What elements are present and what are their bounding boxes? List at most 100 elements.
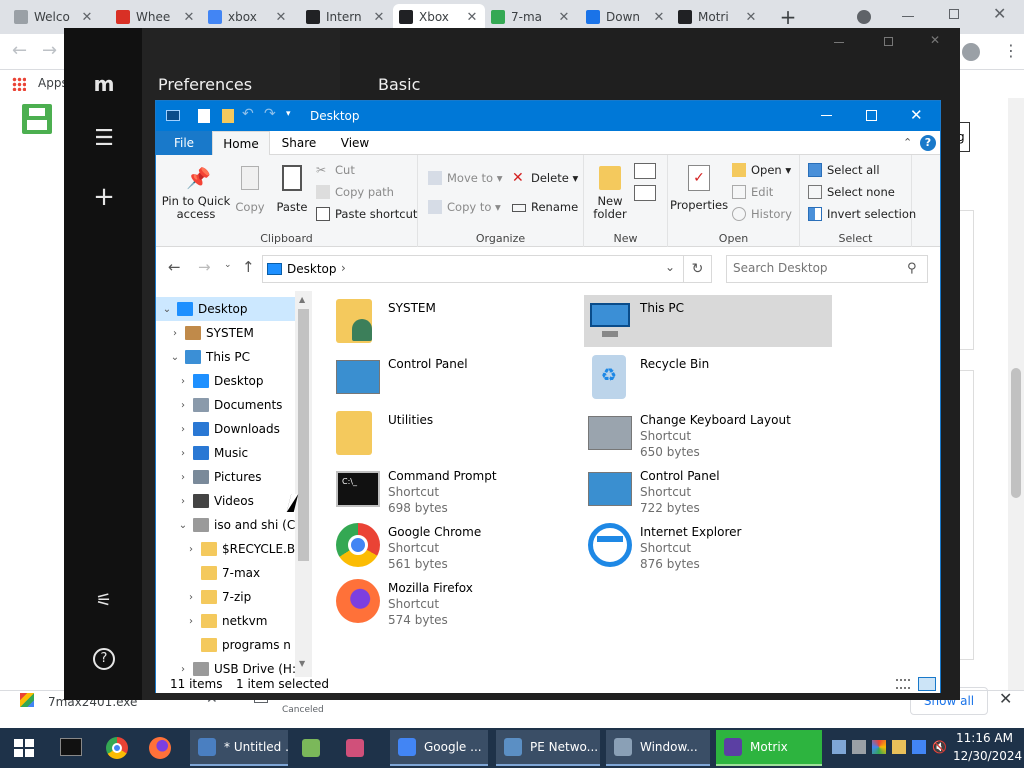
browser-tab[interactable]: Welco ✕ bbox=[8, 4, 100, 30]
new-folder-button[interactable]: New folder bbox=[588, 163, 632, 221]
nav-item[interactable]: › SYSTEM bbox=[156, 321, 296, 345]
file-item[interactable]: Internet Explorer Shortcut 876 bytes bbox=[584, 519, 832, 571]
new-folder-quick-icon[interactable] bbox=[222, 109, 234, 123]
motrix-maximize-icon[interactable] bbox=[884, 37, 893, 46]
menu-icon[interactable]: ☰ bbox=[91, 126, 117, 151]
nav-item[interactable]: › Documents bbox=[156, 393, 296, 417]
select-all-button[interactable]: Select all bbox=[808, 163, 880, 177]
details-view-icon[interactable] bbox=[896, 679, 910, 689]
nav-chevron-icon[interactable]: › bbox=[176, 472, 190, 483]
file-item[interactable]: Control Panel bbox=[332, 351, 580, 403]
avatar[interactable] bbox=[962, 43, 980, 61]
back-arrow-icon[interactable]: ← bbox=[12, 40, 27, 61]
help-icon[interactable]: ? bbox=[93, 648, 115, 670]
nav-chevron-icon[interactable]: › bbox=[176, 424, 190, 435]
tab-close-icon[interactable]: ✕ bbox=[465, 10, 479, 25]
chrome-icon[interactable] bbox=[106, 737, 128, 759]
nav-item[interactable]: ⌄ Desktop bbox=[156, 297, 296, 321]
minimize-icon[interactable] bbox=[821, 115, 832, 116]
maximize-icon[interactable] bbox=[866, 110, 877, 121]
nav-chevron-icon[interactable]: › bbox=[184, 592, 198, 603]
add-icon[interactable]: + bbox=[91, 182, 117, 212]
tray-device-icon[interactable] bbox=[912, 740, 926, 754]
taskbar-window-button[interactable]: PE Netwo... bbox=[496, 730, 600, 766]
history-button[interactable]: History bbox=[732, 207, 792, 221]
file-item[interactable]: SYSTEM bbox=[332, 295, 580, 347]
nav-chevron-icon[interactable]: ⌄ bbox=[160, 304, 174, 315]
up-arrow-icon[interactable]: ↑ bbox=[242, 258, 255, 276]
browser-tab[interactable]: Down ✕ bbox=[580, 4, 672, 30]
file-item[interactable]: Utilities bbox=[332, 407, 580, 459]
nav-chevron-icon[interactable]: ⌄ bbox=[176, 520, 190, 531]
clock-time[interactable]: 11:16 AM bbox=[956, 731, 1013, 745]
invert-selection-button[interactable]: Invert selection bbox=[808, 207, 916, 221]
edit-button[interactable]: Edit bbox=[732, 185, 773, 199]
nav-item[interactable]: › Music bbox=[156, 441, 296, 465]
nav-item[interactable]: programs n s bbox=[156, 633, 296, 657]
tab-close-icon[interactable]: ✕ bbox=[744, 10, 758, 25]
minimize-icon[interactable] bbox=[902, 16, 914, 17]
search-input[interactable] bbox=[733, 261, 903, 275]
taskbar-window-button[interactable]: Motrix bbox=[716, 730, 822, 766]
help-icon[interactable]: ? bbox=[920, 135, 936, 151]
settings-sliders-icon[interactable]: ⚟ bbox=[91, 590, 117, 611]
nav-item[interactable]: › Pictures bbox=[156, 465, 296, 489]
browser-tab[interactable]: xbox ✕ bbox=[202, 4, 294, 30]
customize-quick-access-icon[interactable]: ▾ bbox=[286, 109, 291, 119]
nav-chevron-icon[interactable]: › bbox=[184, 616, 198, 627]
tray-network-icon[interactable] bbox=[832, 740, 846, 754]
close-icon[interactable]: ✕ bbox=[993, 4, 1006, 23]
nav-chevron-icon[interactable]: › bbox=[176, 400, 190, 411]
file-item[interactable]: C:\_ Command Prompt Shortcut 698 bytes bbox=[332, 463, 580, 515]
motrix-minimize-icon[interactable] bbox=[834, 42, 844, 43]
browser-tab[interactable]: Whee ✕ bbox=[110, 4, 202, 30]
tab-search-icon[interactable] bbox=[857, 10, 871, 24]
nav-chevron-icon[interactable]: ⌄ bbox=[168, 352, 182, 363]
open-button[interactable]: Open ▾ bbox=[732, 163, 791, 177]
nav-item[interactable]: › Downloads bbox=[156, 417, 296, 441]
tray-paint-icon[interactable] bbox=[892, 740, 906, 754]
firefox-icon[interactable] bbox=[149, 737, 171, 759]
nav-item[interactable]: › Desktop bbox=[156, 369, 296, 393]
back-arrow-icon[interactable]: ← bbox=[168, 258, 181, 276]
browser-tab[interactable]: Xbox ✕ bbox=[393, 4, 485, 30]
select-none-button[interactable]: Select none bbox=[808, 185, 895, 199]
browser-tab[interactable]: 7-ma ✕ bbox=[485, 4, 577, 30]
redo-icon[interactable]: ↷ bbox=[264, 106, 276, 122]
nav-chevron-icon[interactable]: › bbox=[176, 376, 190, 387]
download-bar-close-icon[interactable]: ✕ bbox=[999, 689, 1012, 708]
paste-button[interactable]: Paste bbox=[274, 163, 310, 214]
forward-arrow-icon[interactable]: → bbox=[42, 40, 57, 61]
nav-item[interactable]: › 7-zip bbox=[156, 585, 296, 609]
copy-path-button[interactable]: Copy path bbox=[316, 185, 394, 199]
tab-close-icon[interactable]: ✕ bbox=[182, 10, 196, 25]
tab-close-icon[interactable]: ✕ bbox=[652, 10, 666, 25]
delete-button[interactable]: ✕ Delete ▾ bbox=[512, 171, 578, 185]
file-item[interactable]: Change Keyboard Layout Shortcut 650 bytes bbox=[584, 407, 832, 459]
close-icon[interactable]: ✕ bbox=[910, 106, 923, 124]
refresh-button[interactable]: ↻ bbox=[684, 255, 712, 283]
restore-icon[interactable] bbox=[949, 9, 959, 19]
menu-dots-icon[interactable]: ⋮ bbox=[1003, 41, 1019, 60]
file-item[interactable]: Mozilla Firefox Shortcut 574 bytes bbox=[332, 575, 580, 627]
nav-item[interactable]: ⌄ iso and shi (C:) bbox=[156, 513, 296, 537]
nav-item[interactable]: › Videos bbox=[156, 489, 296, 513]
search-box[interactable]: ⚲ bbox=[726, 255, 928, 283]
nav-chevron-icon[interactable]: › bbox=[176, 496, 190, 507]
tab-home[interactable]: Home bbox=[212, 131, 270, 156]
terminal-icon[interactable] bbox=[60, 738, 82, 756]
forward-arrow-icon[interactable]: → bbox=[198, 258, 211, 276]
properties-quick-icon[interactable] bbox=[198, 109, 210, 123]
nav-item[interactable]: ⌄ This PC bbox=[156, 345, 296, 369]
easy-access-icon[interactable] bbox=[634, 185, 656, 201]
address-dropdown-icon[interactable]: ⌄ bbox=[665, 260, 675, 274]
collapse-ribbon-icon[interactable]: ⌃ bbox=[903, 136, 912, 149]
new-tab-button[interactable]: + bbox=[779, 4, 797, 30]
tab-share[interactable]: Share bbox=[272, 131, 326, 155]
file-item[interactable]: This PC bbox=[584, 295, 832, 347]
page-scrollbar[interactable] bbox=[1008, 98, 1024, 690]
nav-chevron-icon[interactable]: › bbox=[168, 328, 182, 339]
nav-scrollbar[interactable]: ▲ ▼ bbox=[295, 291, 312, 677]
taskbar-app-icon[interactable] bbox=[302, 730, 332, 766]
file-item[interactable]: Control Panel Shortcut 722 bytes bbox=[584, 463, 832, 515]
